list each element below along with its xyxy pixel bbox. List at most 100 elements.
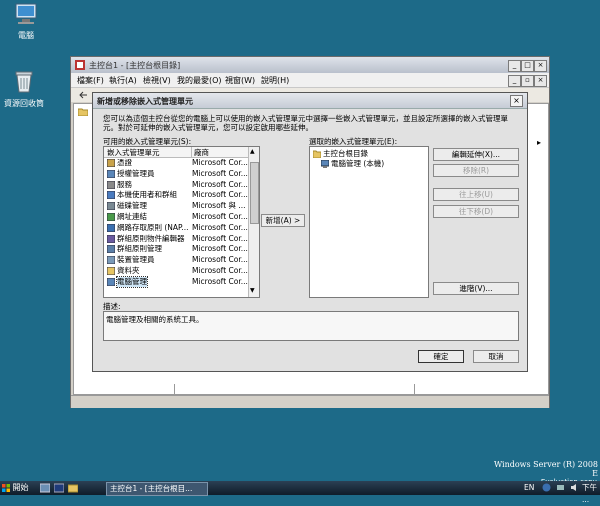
move-up-button[interactable]: 往上移(U) [433, 188, 519, 201]
system-tray: EN 下午 ... [518, 482, 598, 504]
snapin-vendor: Microsoft 與 ... [192, 201, 246, 211]
description-box: 電腦管理及相關的系統工具。 [103, 311, 519, 341]
windows-logo-icon [2, 483, 10, 492]
snapin-icon [106, 158, 116, 168]
folder-icon [77, 107, 89, 118]
list-scrollbar[interactable]: ▲ ▼ [248, 147, 259, 297]
dialog-close-icon[interactable]: × [510, 95, 523, 107]
available-snapin-row[interactable]: 資料夾 Microsoft Cor... [104, 266, 248, 276]
clock[interactable]: 下午 ... [582, 482, 598, 506]
taskbar-item-mmc[interactable]: 主控台1 - [主控台根目... [106, 482, 208, 496]
child-minimize-icon[interactable]: _ [508, 75, 521, 87]
column-header-vendor[interactable]: 廠商 [191, 147, 249, 158]
child-restore-icon[interactable]: ▫ [521, 75, 534, 87]
menu-window[interactable]: 視窗(W) [225, 75, 255, 86]
snapin-name: 網址連結 [117, 212, 147, 221]
computer-icon [2, 2, 50, 28]
desktop-icon-label: 電腦 [18, 31, 34, 40]
snapin-vendor: Microsoft Cor... [192, 222, 248, 232]
selected-snapins-tree[interactable]: 主控台根目錄 電腦管理 (本機) [309, 146, 429, 298]
available-snapin-row[interactable]: 憑證 Microsoft Cor... [104, 158, 248, 168]
menu-file[interactable]: 檔案(F) [77, 75, 104, 86]
snapin-icon [106, 255, 116, 265]
snapin-icon [106, 277, 116, 287]
mmc-status-bar [71, 395, 549, 408]
column-header-snapin[interactable]: 嵌入式管理單元 [104, 147, 191, 158]
mmc-menu-bar: 檔案(F) 執行(A) 檢視(V) 我的最愛(O) 視窗(W) 說明(H) _ … [71, 73, 549, 88]
available-snapin-row[interactable]: 網址連結 Microsoft Cor... [104, 212, 248, 222]
scroll-up-icon[interactable]: ▲ [250, 148, 255, 155]
network-icon[interactable] [556, 483, 565, 496]
available-snapins-list[interactable]: 嵌入式管理單元 廠商 憑證 Microsoft Cor... 授權管理員 Micros… [103, 146, 260, 298]
volume-icon[interactable] [570, 483, 579, 496]
cancel-button[interactable]: 取消 [473, 350, 519, 363]
snapin-name: 服務 [117, 179, 132, 189]
available-snapin-row[interactable]: 本機使用者和群組 Microsoft Cor... [104, 190, 248, 200]
snapin-name: 磁碟管理 [117, 201, 147, 211]
snapin-vendor: Microsoft Cor... [192, 276, 248, 286]
available-snapin-row[interactable]: 群組原則物件編輯器 Microsoft Cor... [104, 233, 248, 244]
dialog-title: 新增或移除嵌入式管理單元 [97, 97, 193, 106]
snapin-icon [106, 266, 116, 276]
description-text: 電腦管理及相關的系統工具。 [106, 315, 204, 324]
ok-button[interactable]: 確定 [418, 350, 464, 363]
edit-extensions-button[interactable]: 編輯延伸(X)... [433, 148, 519, 161]
snapin-icon [106, 223, 116, 233]
snapin-icon [106, 244, 116, 254]
remove-button[interactable]: 移除(R) [433, 164, 519, 177]
dialog-title-bar[interactable]: 新增或移除嵌入式管理單元 × [93, 93, 527, 109]
language-indicator[interactable]: EN [524, 482, 534, 494]
snapin-name: 授權管理員 [117, 168, 155, 178]
snapin-vendor: Microsoft Cor... [192, 158, 248, 167]
minimize-icon[interactable]: _ [508, 60, 521, 72]
desktop-icon-recycle-bin[interactable]: 資源回收筒 [0, 68, 48, 109]
snapin-vendor: Microsoft Cor... [192, 179, 248, 189]
actions-arrow-icon[interactable]: ▸ [537, 138, 541, 147]
maximize-icon[interactable]: □ [521, 60, 534, 72]
powershell-icon[interactable] [53, 483, 65, 495]
menu-favorites[interactable]: 我的最愛(O) [177, 75, 222, 86]
snapin-icon [106, 180, 116, 190]
explorer-icon[interactable] [67, 483, 79, 495]
scroll-down-icon[interactable]: ▼ [250, 287, 255, 294]
available-snapin-row[interactable]: 網路存取原則 (NAP... Microsoft Cor... [104, 222, 248, 233]
scroll-thumb[interactable] [250, 162, 259, 224]
snapin-name: 本機使用者和群組 [117, 190, 177, 200]
back-icon[interactable] [77, 90, 89, 102]
tree-item-console-root[interactable]: 主控台根目錄 [310, 149, 426, 159]
folder-icon [312, 150, 322, 159]
move-down-button[interactable]: 往下移(D) [433, 205, 519, 218]
dialog-description: 您可以為這個主控台從您的電腦上可以使用的嵌入式管理單元中選擇一些嵌入式管理單元，… [103, 114, 508, 132]
add-button[interactable]: 新增(A) > [261, 214, 305, 227]
snapin-name: 憑證 [117, 158, 132, 167]
start-button[interactable]: 開始 [2, 482, 34, 494]
computer-management-icon [320, 159, 330, 168]
snapin-name: 群組原則物件編輯器 [117, 233, 185, 243]
snapin-vendor: Microsoft Cor... [192, 255, 248, 265]
mmc-title-bar[interactable]: 主控台1 - [主控台根目錄] _ □ × [71, 57, 549, 73]
available-snapin-row[interactable]: 電腦管理 Microsoft Cor... [104, 275, 248, 288]
child-close-icon[interactable]: × [534, 75, 547, 87]
server-manager-icon[interactable] [39, 483, 51, 495]
available-snapin-row[interactable]: 服務 Microsoft Cor... [104, 179, 248, 190]
menu-view[interactable]: 檢視(V) [143, 75, 171, 86]
tree-item-computer-management[interactable]: 電腦管理 (本機) [318, 159, 434, 169]
snapin-name: 網路存取原則 (NAP... [117, 222, 189, 232]
snapin-name: 電腦管理 [116, 275, 148, 288]
snapin-name: 群組原則管理 [117, 244, 162, 254]
snapin-vendor: Microsoft Cor... [192, 190, 248, 200]
help-icon[interactable] [542, 483, 551, 496]
snapin-vendor: Microsoft Cor... [192, 266, 248, 275]
snapin-vendor: Microsoft Cor... [192, 168, 248, 178]
close-icon[interactable]: × [534, 60, 547, 72]
mmc-app-icon [75, 60, 85, 72]
available-snapin-row[interactable]: 授權管理員 Microsoft Cor... [104, 168, 248, 179]
taskbar: 開始 主控台1 - [主控台根目... EN 下午 ... [0, 481, 600, 504]
menu-action[interactable]: 執行(A) [109, 75, 137, 86]
menu-help[interactable]: 說明(H) [261, 75, 289, 86]
desktop-icon-computer[interactable]: 電腦 [2, 2, 50, 41]
available-snapin-row[interactable]: 裝置管理員 Microsoft Cor... [104, 255, 248, 265]
available-snapin-row[interactable]: 磁碟管理 Microsoft 與 ... [104, 201, 247, 211]
available-snapin-row[interactable]: 群組原則管理 Microsoft Cor... [104, 244, 248, 254]
advanced-button[interactable]: 進階(V)... [433, 282, 519, 295]
